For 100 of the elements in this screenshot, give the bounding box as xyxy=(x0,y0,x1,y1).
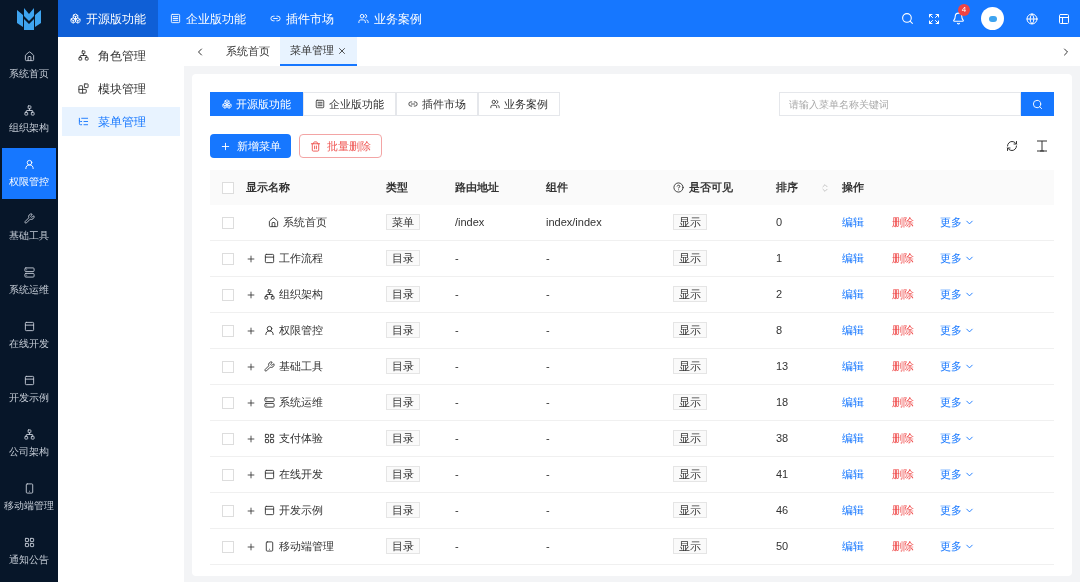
checkbox[interactable] xyxy=(222,432,234,445)
rail-item[interactable]: 公司架构 xyxy=(2,418,56,469)
page-tab[interactable]: 系统首页 xyxy=(216,37,280,66)
page-tab[interactable]: 菜单管理 xyxy=(280,37,357,66)
filter-tab[interactable]: 业务案例 xyxy=(478,92,560,116)
expand-icon[interactable] xyxy=(246,541,256,552)
edit-link[interactable]: 编辑 xyxy=(842,286,892,303)
submenu-item[interactable]: 模块管理 xyxy=(62,74,180,103)
delete-link[interactable]: 删除 xyxy=(892,394,940,411)
checkbox[interactable] xyxy=(222,540,234,553)
top-nav-tab[interactable]: 企业版功能 xyxy=(158,0,258,37)
fullscreen-icon[interactable] xyxy=(928,12,940,25)
table-cell-text: - xyxy=(455,287,459,303)
close-icon[interactable] xyxy=(337,45,347,56)
edit-link[interactable]: 编辑 xyxy=(842,466,892,483)
top-nav-tab[interactable]: 开源版功能 xyxy=(58,0,158,37)
edit-link[interactable]: 编辑 xyxy=(842,538,892,555)
top-nav-tab[interactable]: 业务案例 xyxy=(346,0,434,37)
delete-link[interactable]: 删除 xyxy=(892,250,940,267)
filter-tab[interactable]: 插件市场 xyxy=(396,92,478,116)
search-button[interactable] xyxy=(1021,92,1054,116)
delete-link[interactable]: 删除 xyxy=(892,466,940,483)
expand-icon[interactable] xyxy=(246,289,256,300)
globe-icon[interactable] xyxy=(1026,12,1038,25)
more-link[interactable]: 更多 xyxy=(940,430,975,447)
top-nav-tab[interactable]: 插件市场 xyxy=(258,0,346,37)
rail-item[interactable]: 基础工具 xyxy=(2,202,56,253)
rail-item[interactable]: 系统运维 xyxy=(2,256,56,307)
delete-link[interactable]: 删除 xyxy=(892,538,940,555)
table-cell-text: 工作流程 xyxy=(279,251,323,267)
delete-link[interactable]: 删除 xyxy=(892,214,940,231)
table-cell-text: index/index xyxy=(546,215,602,231)
more-link[interactable]: 更多 xyxy=(940,394,975,411)
delete-link[interactable]: 删除 xyxy=(892,502,940,519)
notification-badge: 4 xyxy=(958,4,970,16)
batch-delete-button[interactable]: 批量删除 xyxy=(299,134,382,158)
refresh-icon[interactable] xyxy=(1006,140,1018,152)
bell-icon[interactable] xyxy=(952,12,965,25)
rail-item[interactable]: 移动端管理 xyxy=(2,472,56,523)
edit-link[interactable]: 编辑 xyxy=(842,394,892,411)
type-tag: 目录 xyxy=(386,250,420,267)
submenu-item[interactable]: 菜单管理 xyxy=(62,107,180,136)
rail-item[interactable]: 系统首页 xyxy=(2,40,56,91)
column-height-icon[interactable] xyxy=(1036,140,1048,152)
column-header: 显示名称 xyxy=(246,180,291,196)
table-cell-text: 0 xyxy=(776,215,783,231)
more-link[interactable]: 更多 xyxy=(940,502,975,519)
checkbox[interactable] xyxy=(222,288,234,301)
more-link[interactable]: 更多 xyxy=(940,322,975,339)
search-icon[interactable] xyxy=(901,12,914,25)
table-cell-text: 2 xyxy=(776,287,783,303)
delete-link[interactable]: 删除 xyxy=(892,358,940,375)
more-link[interactable]: 更多 xyxy=(940,466,975,483)
checkbox[interactable] xyxy=(222,504,234,517)
expand-icon[interactable] xyxy=(246,325,256,336)
edit-link[interactable]: 编辑 xyxy=(842,250,892,267)
expand-icon[interactable] xyxy=(246,361,256,372)
expand-icon[interactable] xyxy=(246,253,256,264)
expand-icon[interactable] xyxy=(246,397,256,408)
edit-link[interactable]: 编辑 xyxy=(842,502,892,519)
checkbox[interactable] xyxy=(222,252,234,265)
expand-icon[interactable] xyxy=(246,433,256,444)
add-menu-button[interactable]: 新增菜单 xyxy=(210,134,291,158)
edit-link[interactable]: 编辑 xyxy=(842,214,892,231)
table-cell-text: 46 xyxy=(776,503,789,519)
table-cell-text: 基础工具 xyxy=(279,359,323,375)
type-tag: 目录 xyxy=(386,322,420,339)
more-link[interactable]: 更多 xyxy=(940,214,975,231)
checkbox[interactable] xyxy=(222,181,234,194)
avatar[interactable] xyxy=(981,7,1004,30)
layout-icon[interactable] xyxy=(1058,12,1070,25)
checkbox[interactable] xyxy=(222,324,234,337)
visible-tag: 显示 xyxy=(673,322,707,339)
checkbox[interactable] xyxy=(222,360,234,373)
edit-link[interactable]: 编辑 xyxy=(842,430,892,447)
more-link[interactable]: 更多 xyxy=(940,358,975,375)
checkbox[interactable] xyxy=(222,396,234,409)
edit-link[interactable]: 编辑 xyxy=(842,358,892,375)
rail-item[interactable]: 在线开发 xyxy=(2,310,56,361)
rail-item[interactable]: 通知公告 xyxy=(2,526,56,577)
more-link[interactable]: 更多 xyxy=(940,250,975,267)
filter-tab[interactable]: 开源版功能 xyxy=(210,92,303,116)
delete-link[interactable]: 删除 xyxy=(892,322,940,339)
rail-item[interactable]: 组织架构 xyxy=(2,94,56,145)
table-cell-text: - xyxy=(546,287,550,303)
submenu-item[interactable]: 角色管理 xyxy=(62,41,180,70)
filter-tab[interactable]: 企业版功能 xyxy=(303,92,396,116)
expand-icon[interactable] xyxy=(246,469,256,480)
expand-icon[interactable] xyxy=(246,505,256,516)
edit-link[interactable]: 编辑 xyxy=(842,322,892,339)
checkbox[interactable] xyxy=(222,468,234,481)
type-tag: 目录 xyxy=(386,394,420,411)
delete-link[interactable]: 删除 xyxy=(892,286,940,303)
more-link[interactable]: 更多 xyxy=(940,538,975,555)
checkbox[interactable] xyxy=(222,216,234,229)
rail-item[interactable]: 权限管控 xyxy=(2,148,56,199)
search-field[interactable]: 请输入菜单名称关键词 xyxy=(779,92,1021,116)
delete-link[interactable]: 删除 xyxy=(892,430,940,447)
more-link[interactable]: 更多 xyxy=(940,286,975,303)
rail-item[interactable]: 开发示例 xyxy=(2,364,56,415)
